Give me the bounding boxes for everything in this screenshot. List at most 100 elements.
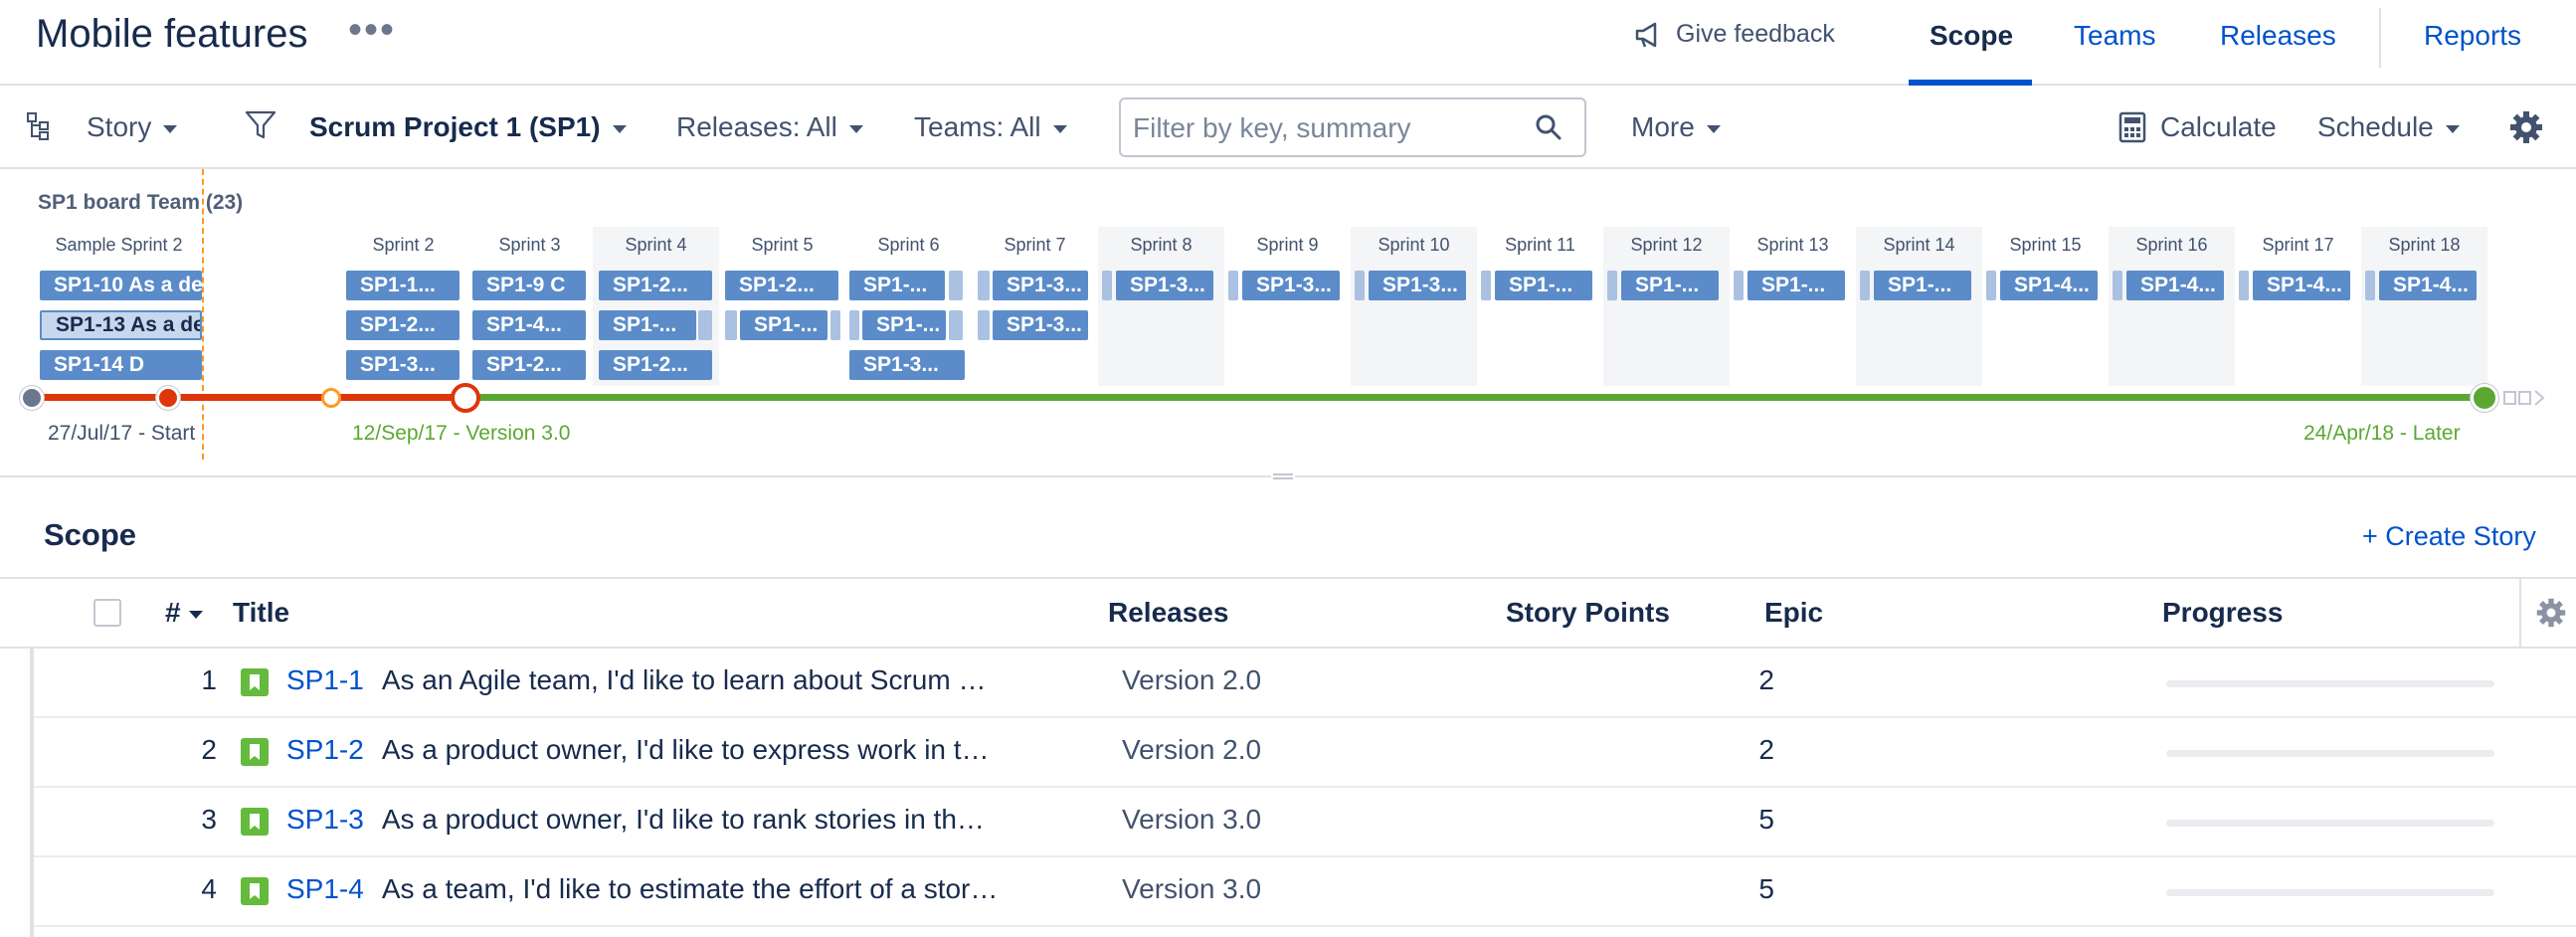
release-cell[interactable]: Version 3.0 bbox=[1122, 804, 1261, 836]
later-marker[interactable] bbox=[2471, 384, 2498, 412]
issue-key-link[interactable]: SP1-2 bbox=[286, 734, 364, 766]
issue-title[interactable]: As a team, I'd like to estimate the effo… bbox=[382, 873, 999, 905]
column-rank[interactable]: # bbox=[165, 597, 203, 629]
story-chip[interactable]: SP1-10 As a developer, I... bbox=[40, 271, 202, 300]
project-select[interactable]: Scrum Project 1 (SP1) bbox=[309, 111, 627, 143]
story-chip[interactable]: SP1-3... bbox=[849, 350, 965, 380]
column-epic[interactable]: Epic bbox=[1764, 597, 1823, 629]
story-points-cell[interactable]: 2 bbox=[1645, 664, 1774, 696]
timeline-end-icon bbox=[2503, 390, 2545, 406]
issue-title[interactable]: As a product owner, I'd like to express … bbox=[382, 734, 990, 766]
schedule-menu-label: Schedule bbox=[2317, 111, 2434, 142]
gear-icon[interactable] bbox=[2508, 109, 2544, 145]
give-feedback-link[interactable]: Give feedback bbox=[1634, 20, 1835, 49]
story-chip[interactable]: SP1-... bbox=[1621, 271, 1719, 300]
schedule-menu[interactable]: Schedule bbox=[2317, 111, 2460, 143]
chevron-down-icon bbox=[848, 124, 863, 133]
story-chip[interactable]: SP1-2... bbox=[346, 310, 460, 340]
story-points-cell[interactable]: 2 bbox=[1645, 734, 1774, 766]
story-chip[interactable]: SP1-9 C bbox=[472, 271, 586, 300]
issue-key-link[interactable]: SP1-3 bbox=[286, 804, 364, 836]
sprint-column: Sprint 11 SP1-... bbox=[1477, 227, 1603, 386]
sprint-name: Sprint 3 bbox=[498, 235, 561, 255]
teams-filter[interactable]: Teams: All bbox=[914, 111, 1067, 143]
story-chip[interactable]: SP1-... bbox=[1874, 271, 1971, 300]
story-chip[interactable]: SP1-4... bbox=[2379, 271, 2477, 300]
more-actions-icon[interactable]: ••• bbox=[348, 8, 396, 53]
story-chip-continuation bbox=[978, 310, 990, 340]
tab-releases[interactable]: Releases bbox=[2220, 20, 2336, 52]
story-chip[interactable]: SP1-2... bbox=[599, 271, 712, 300]
issue-key-link[interactable]: SP1-4 bbox=[286, 873, 364, 905]
story-chip[interactable]: SP1-... bbox=[1495, 271, 1592, 300]
hierarchy-icon[interactable] bbox=[26, 111, 52, 141]
story-chip[interactable]: SP1-4... bbox=[472, 310, 586, 340]
story-points-cell[interactable]: 5 bbox=[1645, 873, 1774, 905]
story-chip[interactable]: SP1-2... bbox=[472, 350, 586, 380]
rank-cell: 1 bbox=[201, 664, 217, 695]
sprint-column: Sample Sprint 2 SP1-10 As a developer, I… bbox=[36, 227, 202, 386]
search-icon[interactable] bbox=[1535, 113, 1563, 141]
sprint-name: Sprint 18 bbox=[2388, 235, 2461, 255]
story-chip[interactable]: SP1-... bbox=[862, 310, 946, 340]
table-row[interactable]: 1 SP1-1 As an Agile team, I'd like to lear… bbox=[34, 649, 2576, 718]
story-chip[interactable]: SP1-... bbox=[1748, 271, 1845, 300]
story-chip[interactable]: SP1-13 As a developer, I... bbox=[40, 310, 202, 340]
chevron-down-icon bbox=[163, 124, 178, 133]
start-marker[interactable] bbox=[20, 386, 44, 410]
story-chip[interactable]: SP1-3... bbox=[1242, 271, 1340, 300]
column-title[interactable]: Title bbox=[233, 597, 289, 629]
story-chip[interactable]: SP1-4... bbox=[2253, 271, 2350, 300]
column-story-points[interactable]: Story Points bbox=[1506, 597, 1670, 629]
tab-teams[interactable]: Teams bbox=[2074, 20, 2155, 52]
table-row[interactable]: 4 SP1-4 As a team, I'd like to estimate th… bbox=[34, 857, 2576, 927]
story-points-cell[interactable]: 5 bbox=[1645, 804, 1774, 836]
release-cell[interactable]: Version 3.0 bbox=[1122, 873, 1261, 905]
story-chip[interactable]: SP1-3... bbox=[993, 271, 1088, 300]
calculate-button[interactable]: Calculate bbox=[2160, 111, 2277, 143]
hierarchy-level-select[interactable]: Story bbox=[87, 111, 178, 143]
release-cell[interactable]: Version 2.0 bbox=[1122, 664, 1261, 696]
more-menu[interactable]: More bbox=[1631, 111, 1721, 143]
rank-cell: 4 bbox=[201, 873, 217, 904]
version-3-marker[interactable] bbox=[451, 383, 480, 413]
story-chip[interactable]: SP1-3... bbox=[1369, 271, 1466, 300]
story-chip[interactable]: SP1-14 D bbox=[40, 350, 202, 380]
chevron-down-icon bbox=[2445, 124, 2460, 133]
select-all-checkbox[interactable] bbox=[93, 599, 121, 627]
sprint-column: Sprint 12 SP1-... bbox=[1603, 227, 1730, 386]
story-chip[interactable]: SP1-2... bbox=[725, 271, 838, 300]
issue-key-link[interactable]: SP1-1 bbox=[286, 664, 364, 696]
create-story-link[interactable]: + Create Story bbox=[2362, 521, 2536, 552]
sprint-name: Sprint 17 bbox=[2262, 235, 2334, 255]
story-chip[interactable]: SP1-... bbox=[740, 310, 828, 340]
story-chip[interactable]: SP1-4... bbox=[2000, 271, 2098, 300]
table-row[interactable]: 3 SP1-3 As a product owner, I'd like to ra… bbox=[34, 788, 2576, 857]
release-marker[interactable] bbox=[156, 386, 180, 410]
search-box[interactable] bbox=[1119, 97, 1586, 157]
tab-reports[interactable]: Reports bbox=[2424, 20, 2521, 52]
story-chip[interactable]: SP1-3... bbox=[993, 310, 1088, 340]
story-chip[interactable]: SP1-4... bbox=[2126, 271, 2224, 300]
table-row[interactable]: 2 SP1-2 As a product owner, I'd like to ex… bbox=[34, 718, 2576, 788]
sprint-column: Sprint 17 SP1-4... bbox=[2235, 227, 2361, 386]
gear-icon[interactable] bbox=[2535, 597, 2567, 629]
column-progress[interactable]: Progress bbox=[2162, 597, 2283, 629]
drag-handle-icon[interactable] bbox=[1271, 471, 1295, 481]
story-chip-continuation bbox=[1355, 271, 1365, 300]
story-chip[interactable]: SP1-... bbox=[599, 310, 696, 340]
releases-filter[interactable]: Releases: All bbox=[676, 111, 863, 143]
story-chip[interactable]: SP1-1... bbox=[346, 271, 460, 300]
story-chip[interactable]: SP1-3... bbox=[346, 350, 460, 380]
issue-title[interactable]: As an Agile team, I'd like to learn abou… bbox=[382, 664, 987, 696]
story-chip[interactable]: SP1-... bbox=[849, 271, 945, 300]
story-chip[interactable]: SP1-2... bbox=[599, 350, 712, 380]
tab-scope[interactable]: Scope bbox=[1930, 20, 2013, 52]
column-settings[interactable] bbox=[2519, 579, 2576, 647]
issue-title[interactable]: As a product owner, I'd like to rank sto… bbox=[382, 804, 985, 836]
release-cell[interactable]: Version 2.0 bbox=[1122, 734, 1261, 766]
column-releases[interactable]: Releases bbox=[1108, 597, 1228, 629]
search-input[interactable] bbox=[1131, 107, 1533, 149]
story-chip[interactable]: SP1-3... bbox=[1116, 271, 1213, 300]
sprint-name: Sprint 10 bbox=[1378, 235, 1450, 255]
